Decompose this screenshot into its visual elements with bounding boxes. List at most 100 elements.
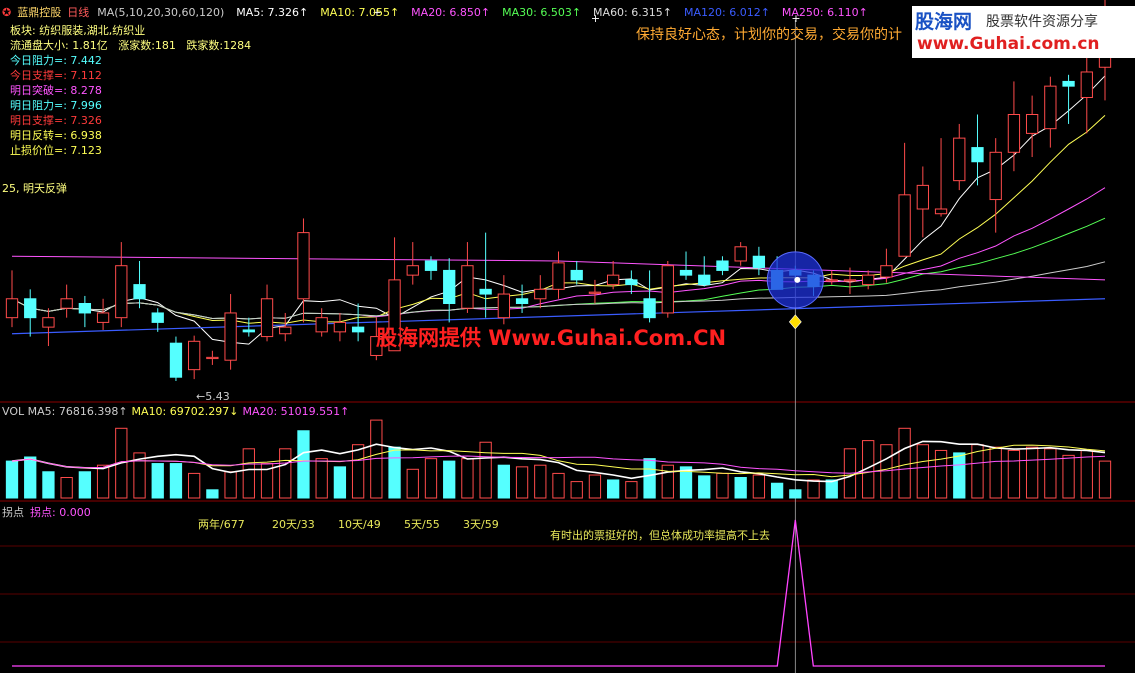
ma-value-6: MA250: 6.110↑ xyxy=(781,6,868,19)
candle-body xyxy=(242,329,255,333)
volume-bar xyxy=(698,475,711,499)
volume-bar xyxy=(607,479,620,499)
indicator-value: 拐点: 0.000 xyxy=(30,506,91,519)
indicator-header: 拐点 拐点: 0.000 xyxy=(2,504,91,520)
price-level-0: 今日阻力=: 7.442 xyxy=(10,54,102,67)
candle-body xyxy=(752,255,766,269)
candle-body xyxy=(96,312,110,323)
volume-bar xyxy=(297,430,310,499)
candle-body xyxy=(351,326,365,333)
candle-body xyxy=(479,288,492,295)
signal-diamond-icon xyxy=(788,314,802,330)
stat-1: 20天/33 xyxy=(272,518,315,531)
indicator-title[interactable]: 拐点 xyxy=(2,506,24,519)
candle-body xyxy=(552,262,565,290)
candle-body xyxy=(1044,85,1057,130)
candle-body xyxy=(115,265,128,319)
candle-body xyxy=(315,317,328,333)
candle-body xyxy=(224,312,237,361)
stat-0: 两年/677 xyxy=(198,518,245,531)
volume-bar xyxy=(515,466,529,499)
candle-body xyxy=(534,288,547,300)
candle-body xyxy=(734,246,747,262)
volume-bar xyxy=(789,489,802,499)
volume-bar xyxy=(625,481,638,499)
ma-value-0: MA5: 7.326↑ xyxy=(236,6,309,19)
volume-bar xyxy=(5,460,19,499)
volume-bar xyxy=(42,471,55,499)
volume-bar xyxy=(534,464,547,499)
volume-bar xyxy=(1098,460,1112,499)
price-level-5: 明日反转=: 6.938 xyxy=(10,129,102,142)
volume-bar xyxy=(479,441,492,499)
candle-body xyxy=(825,279,838,282)
ma-value-1: MA10: 7.055↑ xyxy=(320,6,400,19)
volume-bar xyxy=(588,474,602,499)
candle-body xyxy=(188,340,201,371)
candle-body xyxy=(607,274,620,286)
ma-params: MA(5,10,20,30,60,120) xyxy=(97,6,225,19)
volume-bar xyxy=(770,482,784,499)
volume-bar xyxy=(169,463,183,499)
volume-bar xyxy=(1062,454,1075,499)
volume-bar xyxy=(934,449,948,499)
stat-4: 3天/59 xyxy=(463,518,499,531)
price-level-1: 今日支撑=: 7.112 xyxy=(10,69,102,82)
volume-bar xyxy=(188,472,201,499)
candle-body xyxy=(698,274,711,286)
low-price-label: ←5.43 xyxy=(196,390,230,403)
volume-bar xyxy=(78,471,92,499)
volume-bar xyxy=(1007,449,1021,499)
vol-ma5: VOL MA5: 76816.398↑ xyxy=(2,405,128,418)
volume-bar xyxy=(60,477,73,499)
float-cap-info: 流通盘大小: 1.81亿 涨家数:181 跌家数:1284 xyxy=(10,37,251,53)
price-level-6: 止损价位=: 7.123 xyxy=(10,144,102,157)
float-cap: 流通盘大小: 1.81亿 xyxy=(10,39,108,52)
candle-body xyxy=(443,269,456,304)
ma-value-2: MA20: 6.850↑ xyxy=(411,6,491,19)
motto-text: 保持良好心态，计划你的交易，交易你的计 xyxy=(636,27,902,43)
volume-bar xyxy=(351,444,365,499)
volume-bar xyxy=(661,464,674,499)
candle-body xyxy=(515,298,529,304)
stat-3: 5天/55 xyxy=(404,518,440,531)
volume-bar xyxy=(752,474,766,499)
candle-body xyxy=(133,284,146,300)
volume-bar xyxy=(333,466,347,499)
volume-bar xyxy=(151,463,164,499)
volume-bar xyxy=(206,489,219,499)
volume-bar xyxy=(898,427,911,499)
candle-body xyxy=(934,208,948,215)
stock-name: 蓝鼎控股 xyxy=(17,6,62,19)
volume-bar xyxy=(916,444,929,499)
volume-bar xyxy=(388,446,401,499)
candle-body xyxy=(206,356,219,360)
volume-bar xyxy=(279,448,292,499)
candle-body xyxy=(78,303,92,314)
volume-bar xyxy=(734,477,747,499)
candle-body xyxy=(843,279,857,282)
stat-2: 10天/49 xyxy=(338,518,381,531)
candle-body xyxy=(1062,80,1075,87)
candle-body xyxy=(297,232,310,300)
candle-body xyxy=(1080,71,1093,98)
candle-body xyxy=(169,342,183,378)
volume-bar xyxy=(716,472,729,499)
ma-values: MA5: 7.326↑ MA10: 7.055↑ MA20: 6.850↑ MA30:… xyxy=(230,6,874,19)
volume-bar xyxy=(1025,446,1039,499)
candle-body xyxy=(625,279,638,286)
candle-body xyxy=(260,298,274,338)
period-label[interactable]: 日线 xyxy=(67,6,89,19)
candle-body xyxy=(570,269,583,281)
candle-body xyxy=(661,265,674,314)
volume-bar xyxy=(443,460,456,499)
watermark: 股海网提供 Www.Guhai.Com.CN xyxy=(376,326,727,350)
volume-bar xyxy=(552,472,565,499)
candle-body xyxy=(60,298,73,309)
price-level-4: 明日支撑=: 7.326 xyxy=(10,114,102,127)
volume-bar xyxy=(406,468,419,499)
volume-bar xyxy=(643,458,656,499)
candle-body xyxy=(862,274,875,286)
volume-bar xyxy=(24,456,37,499)
red-dot-icon[interactable]: ✪ xyxy=(2,6,11,19)
